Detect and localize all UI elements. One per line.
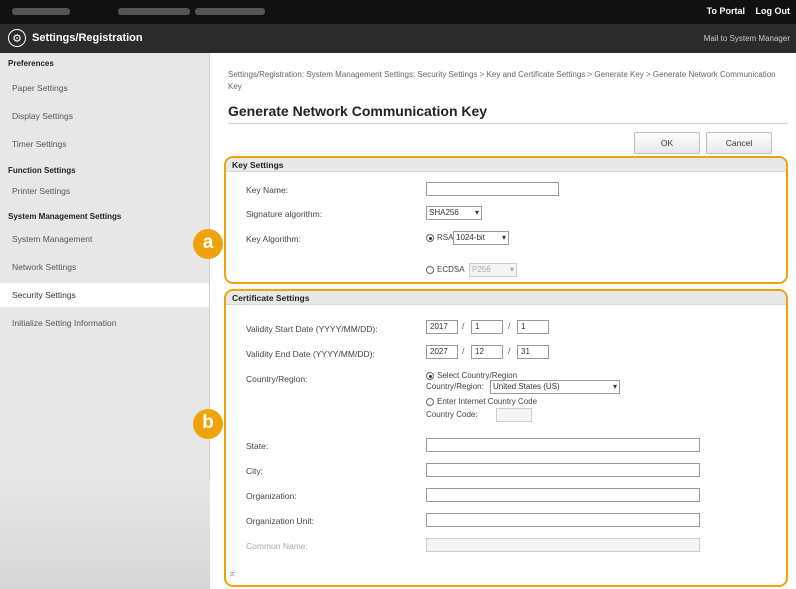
- sidebar-heading-system-management-settings: System Management Settings: [8, 212, 122, 221]
- end-month-input[interactable]: 12: [471, 345, 503, 359]
- ok-button[interactable]: OK: [634, 132, 700, 154]
- ecdsa-label: ECDSA: [437, 265, 465, 274]
- country-region-sublabel: Country/Region:: [426, 382, 484, 391]
- sidebar-heading-function-settings: Function Settings: [8, 166, 76, 175]
- city-input[interactable]: [426, 463, 700, 477]
- state-label: State:: [246, 441, 269, 451]
- logout-link[interactable]: Log Out: [756, 6, 791, 16]
- title-divider: [228, 123, 788, 124]
- enter-country-code-option-label: Enter Internet Country Code: [437, 397, 538, 406]
- ecdsa-radio[interactable]: [426, 266, 434, 274]
- date-separator: /: [508, 346, 511, 356]
- state-input[interactable]: [426, 438, 700, 452]
- app-header: ⚙ Settings/Registration Mail to System M…: [0, 24, 796, 53]
- sidebar-item-printer-settings[interactable]: Printer Settings: [0, 179, 209, 203]
- sidebar: Preferences Paper Settings Display Setti…: [0, 53, 210, 589]
- organization-unit-label: Organization Unit:: [246, 516, 315, 526]
- key-settings-heading: Key Settings: [226, 158, 786, 172]
- app-title: Settings/Registration: [32, 32, 143, 44]
- key-settings-section: Key Settings Key Name: Signature algorit…: [224, 156, 788, 284]
- settings-logo-icon: ⚙: [8, 29, 26, 47]
- chevron-down-icon: ▾: [612, 382, 617, 391]
- sidebar-heading-preferences: Preferences: [8, 59, 54, 68]
- city-label: City:: [246, 466, 263, 476]
- organization-input[interactable]: [426, 488, 700, 502]
- certificate-settings-heading: Certificate Settings: [226, 291, 786, 305]
- date-separator: /: [508, 321, 511, 331]
- sidebar-item-paper-settings[interactable]: Paper Settings: [0, 76, 209, 100]
- sidebar-item-initialize-setting-information[interactable]: Initialize Setting Information: [0, 311, 209, 335]
- organization-label: Organization:: [246, 491, 297, 501]
- page-title: Generate Network Communication Key: [228, 103, 488, 119]
- common-name-label: Common Name:: [246, 541, 308, 551]
- date-separator: /: [462, 321, 465, 331]
- start-day-input[interactable]: 1: [517, 320, 549, 334]
- main-content: Settings/Registration: System Management…: [210, 53, 796, 589]
- chevron-down-icon: ▾: [509, 265, 514, 274]
- signature-algorithm-label: Signature algorithm:: [246, 209, 323, 219]
- start-month-input[interactable]: 1: [471, 320, 503, 334]
- mail-to-system-manager-link[interactable]: Mail to System Manager: [704, 34, 790, 43]
- country-code-input[interactable]: [496, 408, 532, 422]
- sidebar-item-network-settings[interactable]: Network Settings: [0, 255, 209, 279]
- date-separator: /: [462, 346, 465, 356]
- country-region-value: United States (US): [493, 382, 560, 391]
- breadcrumb: Settings/Registration: System Management…: [228, 70, 776, 91]
- sidebar-item-display-settings[interactable]: Display Settings: [0, 104, 209, 128]
- sidebar-item-security-settings[interactable]: Security Settings: [0, 283, 209, 307]
- end-year-input[interactable]: 2027: [426, 345, 458, 359]
- country-region-select[interactable]: United States (US) ▾: [490, 380, 620, 394]
- blurred-text: [195, 8, 265, 15]
- blurred-text: [118, 8, 190, 15]
- rsa-label: RSA: [437, 233, 454, 242]
- enter-country-code-radio[interactable]: [426, 398, 434, 406]
- certificate-settings-section: Certificate Settings Validity Start Date…: [224, 289, 788, 587]
- select-country-option-label: Select Country/Region: [437, 371, 518, 380]
- blurred-text: [12, 8, 70, 15]
- select-country-radio[interactable]: [426, 372, 434, 380]
- signature-algorithm-select[interactable]: SHA256 ▾: [426, 206, 482, 220]
- chevron-down-icon: ▾: [501, 233, 506, 242]
- key-algorithm-label: Key Algorithm:: [246, 234, 301, 244]
- up-arrow-icon[interactable]: ⌅: [228, 568, 236, 579]
- signature-algorithm-value: SHA256: [429, 208, 459, 217]
- validity-start-label: Validity Start Date (YYYY/MM/DD):: [246, 324, 378, 334]
- top-links: To Portal Log Out: [699, 6, 790, 16]
- country-code-sublabel: Country Code:: [426, 410, 478, 419]
- cancel-button[interactable]: Cancel: [706, 132, 772, 154]
- start-year-input[interactable]: 2017: [426, 320, 458, 334]
- rsa-bits-value: 1024-bit: [456, 233, 485, 242]
- country-region-label: Country/Region:: [246, 374, 308, 384]
- validity-end-label: Validity End Date (YYYY/MM/DD):: [246, 349, 375, 359]
- rsa-bits-select[interactable]: 1024-bit ▾: [453, 231, 509, 245]
- key-name-label: Key Name:: [246, 185, 289, 195]
- to-portal-link[interactable]: To Portal: [707, 6, 745, 16]
- rsa-radio[interactable]: [426, 234, 434, 242]
- sidebar-item-system-management[interactable]: System Management: [0, 227, 209, 251]
- sidebar-item-timer-settings[interactable]: Timer Settings: [0, 132, 209, 156]
- chevron-down-icon: ▾: [474, 208, 479, 217]
- ecdsa-curve-value: P256: [472, 265, 491, 274]
- end-day-input[interactable]: 31: [517, 345, 549, 359]
- sidebar-footer: [0, 479, 210, 589]
- common-name-input[interactable]: [426, 538, 700, 552]
- organization-unit-input[interactable]: [426, 513, 700, 527]
- ecdsa-curve-select[interactable]: P256 ▾: [469, 263, 517, 277]
- key-name-input[interactable]: [426, 182, 559, 196]
- top-bar: To Portal Log Out: [0, 0, 796, 24]
